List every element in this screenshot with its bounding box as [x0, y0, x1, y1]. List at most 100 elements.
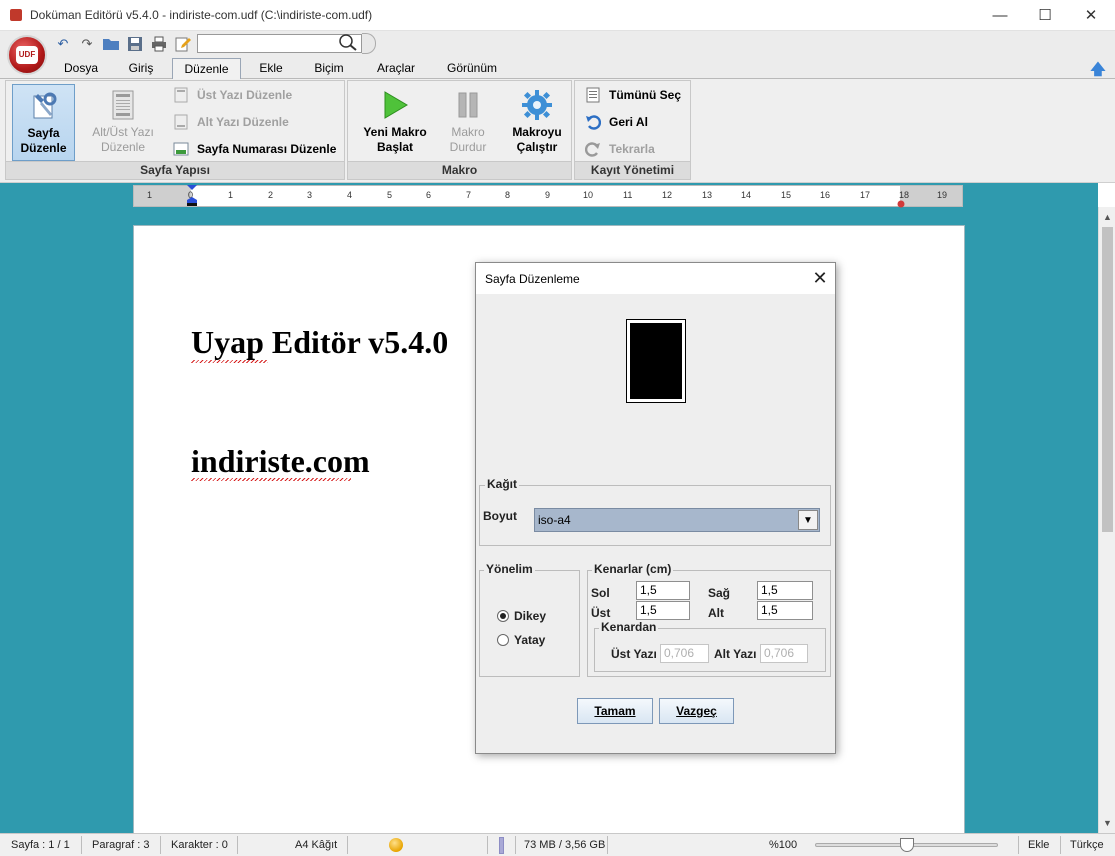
- sayfa-numarasi-duzenle-button[interactable]: Sayfa Numarası Düzenle: [171, 139, 343, 159]
- dialog-title: Sayfa Düzenleme: [485, 272, 580, 286]
- document-heading-2: indiriste.com: [191, 443, 370, 479]
- geri-al-label: Geri Al: [609, 115, 648, 129]
- tab-ekle[interactable]: Ekle: [250, 58, 292, 79]
- ust-yazi-input[interactable]: 0,706: [660, 644, 709, 663]
- window-title: Doküman Editörü v5.4.0 - indiriste-com.u…: [30, 8, 373, 22]
- ruler-tick: 14: [741, 190, 752, 200]
- chevron-down-icon[interactable]: ▼: [798, 510, 818, 530]
- yeni-makro-baslat-button[interactable]: Yeni Makro Başlat: [358, 84, 432, 161]
- alt-yazi-duzenle-button[interactable]: Alt Yazı Düzenle: [171, 112, 341, 132]
- tab-duzenle[interactable]: Düzenle: [172, 58, 241, 79]
- zoom-slider-thumb[interactable]: [899, 838, 914, 852]
- redo-icon[interactable]: ↷: [78, 36, 96, 52]
- sayfa-duzenle-button[interactable]: Sayfa Düzenle: [12, 84, 75, 161]
- play-icon: [384, 91, 408, 119]
- tamam-button[interactable]: Tamam: [577, 698, 653, 724]
- save-icon[interactable]: [126, 36, 144, 52]
- ust-yazi-duzenle-button[interactable]: Üst Yazı Düzenle: [171, 85, 341, 105]
- memory-gauge: [499, 837, 504, 854]
- ruler-tick: 2: [268, 190, 274, 200]
- status-indicator-icon[interactable]: [389, 838, 403, 852]
- minimize-button[interactable]: —: [977, 0, 1023, 31]
- makroyu-calistir-button[interactable]: Makroyu Çalıştır: [504, 84, 570, 161]
- yonelim-legend: Yönelim: [484, 562, 535, 576]
- spellcheck-underline: [191, 478, 351, 481]
- undo-icon: [586, 115, 601, 130]
- scroll-down-icon[interactable]: ▼: [1099, 815, 1115, 832]
- collapse-ribbon-icon[interactable]: 🡅: [1089, 59, 1107, 78]
- radio-yatay[interactable]: [497, 634, 509, 646]
- sag-label: Sağ: [708, 586, 731, 600]
- document-heading-1: Uyap Editör v5.4.0: [191, 324, 449, 360]
- radio-dikey[interactable]: [497, 610, 509, 622]
- tab-gorunum[interactable]: Görünüm: [440, 58, 504, 79]
- status-paragraf: Paragraf : 3: [92, 839, 150, 851]
- tab-giris[interactable]: Giriş: [118, 58, 164, 79]
- kenarlar-legend: Kenarlar (cm): [592, 562, 674, 576]
- page-number-icon: [173, 142, 189, 156]
- select-all-icon: [586, 87, 600, 103]
- print-icon[interactable]: [150, 36, 168, 52]
- ruler-left-margin: [134, 186, 191, 206]
- kenardan-legend: Kenardan: [599, 620, 659, 634]
- tab-dosya[interactable]: Dosya: [55, 58, 107, 79]
- status-insert-mode[interactable]: Ekle: [1028, 839, 1049, 851]
- group-history: Tümünü Seç Geri Al Tekrarla Kayıt Yöneti…: [574, 80, 691, 180]
- status-memory: 73 MB / 3,56 GB: [524, 839, 606, 851]
- ruler-tick: 4: [347, 190, 353, 200]
- tab-bicim[interactable]: Biçim: [305, 58, 353, 79]
- ust-yazi-label: Üst Yazı: [611, 647, 657, 661]
- alt-ust-yazi-label: Alt/Üst Yazı Düzenle: [92, 125, 154, 154]
- geri-al-button[interactable]: Geri Al: [583, 112, 689, 132]
- status-language[interactable]: Türkçe: [1070, 839, 1104, 851]
- ruler-tick: 7: [466, 190, 472, 200]
- undo-icon[interactable]: ↶: [54, 36, 72, 52]
- tab-araclar[interactable]: Araçlar: [366, 58, 426, 79]
- ruler-tick: 15: [781, 190, 792, 200]
- ruler-tick: 19: [937, 190, 948, 200]
- right-indent-marker-icon[interactable]: [896, 198, 906, 208]
- tumunu-sec-button[interactable]: Tümünü Seç: [583, 85, 689, 105]
- boyut-select[interactable]: iso-a4 ▼: [534, 508, 820, 532]
- redo-icon: [585, 142, 600, 157]
- gear-icon: [522, 90, 552, 120]
- close-window-button[interactable]: ✕: [1068, 0, 1114, 31]
- group-macro: Yeni Makro Başlat Makro Durdur Makroyu Ç…: [347, 80, 572, 180]
- sag-input[interactable]: 1,5: [757, 581, 813, 600]
- pause-icon: [458, 92, 478, 118]
- vazgec-button[interactable]: Vazgeç: [659, 698, 734, 724]
- ruler-tick: 6: [426, 190, 432, 200]
- alt-ust-yazi-button[interactable]: Alt/Üst Yazı Düzenle: [86, 84, 160, 161]
- ruler-tick: 1: [228, 190, 234, 200]
- makro-durdur-button[interactable]: Makro Durdur: [438, 84, 498, 161]
- makroyu-calistir-label: Makroyu Çalıştır: [512, 125, 562, 154]
- group-label-makro: Makro: [348, 161, 571, 179]
- group-label-sayfa-yapisi: Sayfa Yapısı: [6, 161, 344, 179]
- scroll-up-icon[interactable]: ▲: [1099, 209, 1115, 226]
- maximize-button[interactable]: ☐: [1022, 0, 1068, 31]
- dikey-label[interactable]: Dikey: [514, 609, 546, 623]
- indent-marker-icon[interactable]: [186, 185, 198, 207]
- vertical-scrollbar[interactable]: ▲ ▼: [1098, 207, 1115, 833]
- alt-label: Alt: [708, 606, 724, 620]
- alt-yazi-input[interactable]: 0,706: [760, 644, 808, 663]
- sol-input[interactable]: 1,5: [636, 581, 690, 600]
- open-folder-icon[interactable]: [102, 36, 120, 52]
- sol-label: Sol: [591, 586, 610, 600]
- dialog-close-button[interactable]: ✕: [810, 267, 830, 289]
- header-icon: [174, 87, 188, 103]
- horizontal-ruler[interactable]: 1 0 1 2 3 4 5 6 7 8 9 10 11 12 13 14 15 …: [133, 185, 963, 208]
- yeni-makro-label: Yeni Makro Başlat: [363, 125, 427, 154]
- yatay-label[interactable]: Yatay: [514, 633, 545, 647]
- scrollbar-thumb[interactable]: [1102, 227, 1113, 532]
- makro-durdur-label: Makro Durdur: [449, 125, 487, 154]
- footer-icon: [174, 114, 188, 130]
- edit-icon[interactable]: [174, 36, 192, 52]
- tekrarla-button[interactable]: Tekrarla: [583, 139, 689, 159]
- ust-input[interactable]: 1,5: [636, 601, 690, 620]
- udf-logo-button[interactable]: UDF: [7, 35, 47, 75]
- ruler-tick: 13: [702, 190, 713, 200]
- search-icon[interactable]: [337, 33, 359, 52]
- alt-input[interactable]: 1,5: [757, 601, 813, 620]
- group-label-kayit-yonetimi: Kayıt Yönetimi: [575, 161, 690, 179]
